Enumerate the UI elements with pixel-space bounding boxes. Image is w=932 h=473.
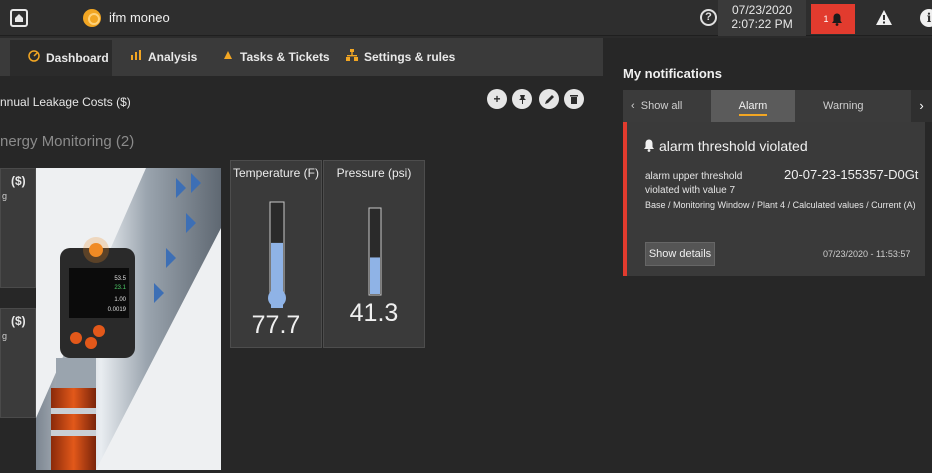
info-icon[interactable]: i: [920, 9, 932, 27]
alarm-count-badge: 1: [823, 14, 829, 24]
cost-card-sub: g: [2, 191, 8, 201]
device-reading: 0.0019: [108, 307, 127, 313]
temperature-gauge-card[interactable]: Temperature (F) 77.7: [230, 160, 322, 348]
notifications-panel: My notifications ‹ Show all Alarm Warnin…: [603, 38, 932, 473]
settings-rules-icon: [346, 38, 358, 76]
show-details-button[interactable]: Show details: [645, 242, 715, 266]
cost-card-title: ($): [11, 314, 26, 328]
device-reading: 23.1: [114, 285, 126, 291]
tab-alarm[interactable]: Alarm: [711, 90, 795, 122]
bell-icon: [644, 139, 654, 152]
alarm-notification-card[interactable]: alarm threshold violated alarm upper thr…: [623, 122, 925, 276]
chevron-right-icon[interactable]: ›: [911, 90, 932, 122]
gauge-value: 77.7: [251, 311, 301, 339]
section-title: nergy Monitoring (2): [0, 133, 135, 150]
help-icon[interactable]: ?: [700, 9, 717, 26]
clock-time: 2:07:22 PM: [731, 17, 793, 31]
delete-icon[interactable]: [564, 89, 584, 109]
bell-icon: [831, 13, 842, 26]
device-reading: 1.00: [114, 297, 126, 303]
gauge-title: Pressure (psi): [336, 166, 412, 180]
tab-label: Settings & rules: [364, 50, 456, 64]
chevron-left-icon: ‹: [631, 100, 635, 112]
alarm-timestamp: 07/23/2020 - 11:53:57: [823, 249, 911, 259]
clock-date: 07/23/2020: [731, 3, 793, 17]
add-icon[interactable]: +: [487, 89, 507, 109]
home-icon[interactable]: [10, 9, 28, 27]
gauge-title: Temperature (F): [232, 166, 320, 180]
tab-dashboard[interactable]: Dashboard: [10, 38, 112, 76]
alarm-title: alarm threshold violated: [659, 138, 808, 154]
main-navigation: Dashboard Analysis Tasks & Tickets Setti…: [0, 38, 603, 76]
notification-tabs: ‹ Show all Alarm Warning ›: [623, 90, 932, 122]
thermometer-icon: [268, 201, 286, 308]
warning-icon[interactable]: [875, 9, 893, 27]
widget-title: nnual Leakage Costs ($): [0, 95, 131, 109]
app-title: ifm moneo: [109, 10, 170, 25]
moneo-logo-icon: [83, 9, 101, 27]
tab-label: Show all: [640, 100, 683, 112]
top-bar: ifm moneo ? 07/23/2020 2:07:22 PM 1 i: [0, 0, 932, 36]
alarm-source-path: Base / Monitoring Window / Plant 4 / Cal…: [645, 200, 916, 210]
device-reading: 53.5: [114, 276, 126, 282]
alarm-id: 20-07-23-155357-D0Gt: [784, 167, 919, 182]
tab-label: Dashboard: [46, 51, 109, 65]
alarm-notifications-button[interactable]: 1: [811, 4, 855, 34]
pressure-gauge-card[interactable]: Pressure (psi) 41.3: [323, 160, 425, 348]
cost-card[interactable]: ($) g: [0, 168, 36, 288]
notifications-title: My notifications: [623, 66, 722, 81]
pin-icon[interactable]: [512, 89, 532, 109]
cost-card[interactable]: ($) g: [0, 308, 36, 418]
tab-label: Warning: [823, 100, 864, 112]
tab-show-all[interactable]: ‹ Show all: [631, 90, 682, 122]
tab-label: Analysis: [148, 50, 198, 64]
tab-label: Alarm: [738, 100, 768, 116]
tab-settings-rules[interactable]: Settings & rules: [346, 38, 455, 76]
alarm-message: alarm upper threshold violated with valu…: [645, 171, 743, 196]
tab-warning[interactable]: Warning: [823, 90, 864, 122]
edit-icon[interactable]: [539, 89, 559, 109]
cost-card-sub: g: [2, 331, 8, 341]
analysis-icon: [130, 38, 142, 76]
pressure-bar-icon: [368, 207, 382, 296]
tasks-icon: [222, 38, 234, 76]
tab-analysis[interactable]: Analysis: [130, 38, 197, 76]
clock: 07/23/2020 2:07:22 PM: [718, 0, 806, 36]
sensor-device-image: 53.5 23.1 1.00 0.0019: [36, 168, 221, 470]
gauge-value: 41.3: [349, 299, 399, 327]
tab-tasks-tickets[interactable]: Tasks & Tickets: [222, 38, 330, 76]
cost-card-title: ($): [11, 174, 26, 188]
gauge-icon: [28, 39, 40, 77]
tab-label: Tasks & Tickets: [240, 50, 330, 64]
